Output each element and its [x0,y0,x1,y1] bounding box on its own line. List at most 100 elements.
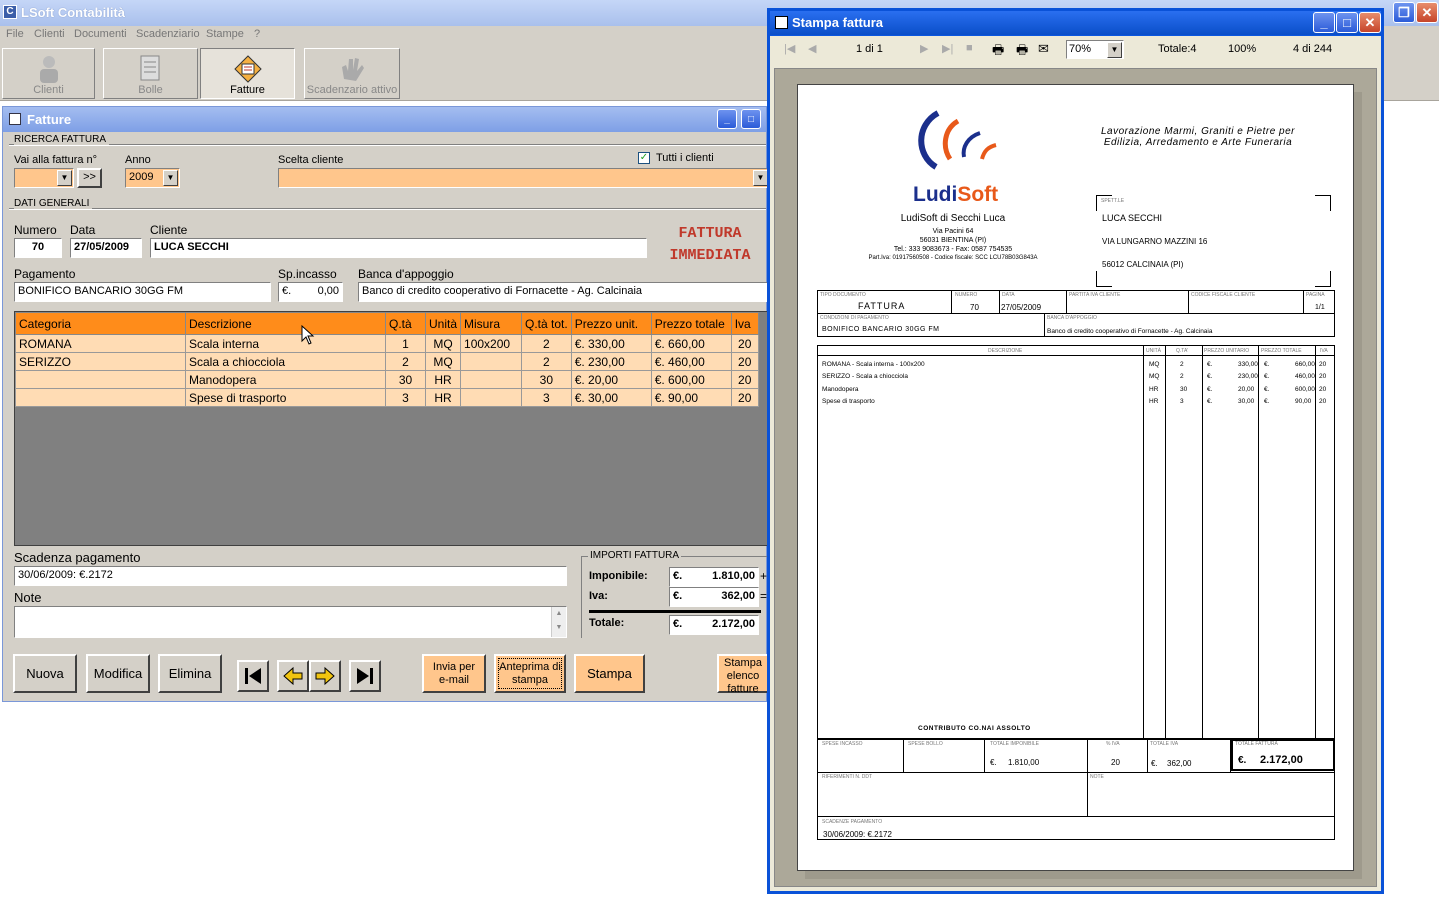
next-record-button[interactable] [309,660,341,692]
elimina-button[interactable]: Elimina [158,654,222,693]
scelta-cliente-select[interactable]: ▼ [278,168,768,188]
cell-qta-tot[interactable]: 3 [521,388,572,407]
cell-iva[interactable]: 20 [730,334,759,353]
table-row[interactable]: SERIZZO Scala a chiocciola 2 MQ 2 €. 230,00 €.… [15,352,759,371]
cell-prezzo-unit[interactable]: €. 20,00 [570,370,652,389]
cell-misura[interactable] [460,370,523,389]
cell-qta[interactable]: 2 [385,352,426,371]
cell-prezzo-totale[interactable]: €. 660,00 [650,334,732,353]
print-setup-icon[interactable]: 🖶 [1016,41,1028,63]
col-descrizione[interactable]: Descrizione [185,312,386,335]
maximize-icon[interactable]: □ [1336,12,1358,33]
fatture-button[interactable]: Fatture [200,48,295,99]
next-page-icon[interactable]: ▶ [920,42,928,55]
cell-descrizione[interactable]: Scala a chiocciola [185,352,386,371]
stop-icon[interactable]: ■ [966,42,973,54]
col-qta[interactable]: Q.tà [385,312,426,335]
cell-prezzo-unit[interactable]: €. 230,00 [570,352,652,371]
cell-misura[interactable] [460,388,523,407]
cell-descrizione[interactable]: Scala interna [185,334,386,353]
cell-prezzo-totale[interactable]: €. 600,00 [650,370,732,389]
col-qta-tot[interactable]: Q.tà tot. [521,312,572,335]
anno-select[interactable]: 2009 ▼ [125,168,180,188]
cell-unita[interactable]: HR [424,370,462,389]
numero-field[interactable]: 70 [14,238,62,258]
invia-email-button[interactable]: Invia per e-mail [422,654,486,693]
cell-iva[interactable]: 20 [730,388,759,407]
cell-unita[interactable]: MQ [424,334,462,353]
prev-page-icon[interactable]: ◀ [808,42,816,55]
cell-categoria[interactable] [15,388,186,407]
minimize-icon[interactable]: _ [1313,12,1335,33]
cell-categoria[interactable] [15,370,186,389]
cell-misura[interactable]: 100x200 [460,334,523,353]
table-row[interactable]: ROMANA Scala interna 1 MQ 100x200 2 €. 330,00 €… [15,334,759,353]
menu-stampe[interactable]: Stampe [206,28,244,40]
clienti-button[interactable]: Clienti [2,48,95,99]
col-prezzo-unit[interactable]: Prezzo unit. [570,312,652,335]
anteprima-button[interactable]: Anteprima di stampa [494,654,566,693]
bolle-button[interactable]: Bolle [103,48,198,99]
cell-prezzo-totale[interactable]: €. 460,00 [650,352,732,371]
cell-descrizione[interactable]: Manodopera [185,370,386,389]
col-iva[interactable]: Iva [730,312,759,335]
cell-iva[interactable]: 20 [730,370,759,389]
menu-help[interactable]: ? [254,28,260,40]
note-field[interactable]: ▲ ▼ [14,606,567,638]
stampa-button[interactable]: Stampa [574,654,645,693]
modifica-button[interactable]: Modifica [86,654,150,693]
col-categoria[interactable]: Categoria [15,312,186,335]
tutti-checkbox[interactable]: ✓ [638,152,650,164]
first-page-icon[interactable]: |◀ [784,42,795,55]
cell-categoria[interactable]: SERIZZO [15,352,186,371]
cell-prezzo-totale[interactable]: €. 90,00 [650,388,732,407]
pagamento-field[interactable]: BONIFICO BANCARIO 30GG FM [14,282,271,302]
cell-unita[interactable]: MQ [424,352,462,371]
col-unita[interactable]: Unità [424,312,462,335]
banca-field[interactable]: Banco di credito cooperativo di Fornacet… [358,282,768,302]
cell-qta-tot[interactable]: 30 [521,370,572,389]
col-prezzo-totale[interactable]: Prezzo totale [650,312,732,335]
spincasso-field[interactable]: €. 0,00 [278,282,343,302]
cell-categoria[interactable]: ROMANA [15,334,186,353]
menu-scadenziario[interactable]: Scadenziario [136,28,200,40]
cell-qta[interactable]: 30 [385,370,426,389]
note-scrollbar[interactable]: ▲ ▼ [551,607,566,637]
zoom-select[interactable]: 70% ▼ [1066,40,1124,59]
prev-record-button[interactable] [277,660,309,692]
first-record-button[interactable] [237,660,269,692]
cell-qta[interactable]: 3 [385,388,426,407]
minimize-icon[interactable]: _ [717,109,737,129]
close-icon[interactable]: ✕ [1359,12,1381,33]
col-misura[interactable]: Misura [460,312,523,335]
cell-qta-tot[interactable]: 2 [521,334,572,353]
cell-qta[interactable]: 1 [385,334,426,353]
restore-icon[interactable]: ❐ [1393,2,1415,23]
cell-unita[interactable]: HR [424,388,462,407]
stampa-elenco-button[interactable]: Stampa elenco fatture [717,654,767,695]
table-row[interactable]: Manodopera 30 HR 30 €. 20,00 €. 600,00 20 [15,370,759,389]
cell-misura[interactable] [460,352,523,371]
goto-button[interactable]: >> [77,168,102,188]
cliente-field[interactable]: LUCA SECCHI [150,238,647,258]
cell-iva[interactable]: 20 [730,352,759,371]
cell-prezzo-unit[interactable]: €. 330,00 [570,334,652,353]
menu-file[interactable]: File [6,28,24,40]
maximize-icon[interactable]: □ [741,109,761,129]
scadenza-field[interactable]: 30/06/2009: €.2172 [14,566,567,586]
scadenzario-button[interactable]: Scadenzario attivo [304,48,400,99]
cell-descrizione[interactable]: Spese di trasporto [185,388,386,407]
close-icon[interactable]: ✕ [1416,2,1438,23]
nuova-button[interactable]: Nuova [13,654,77,693]
table-row[interactable]: Spese di trasporto 3 HR 3 €. 30,00 €. 90,00 20 [15,388,759,407]
data-field[interactable]: 27/05/2009 [70,238,142,258]
export-icon[interactable]: ✉ [1038,41,1049,57]
menu-clienti[interactable]: Clienti [34,28,65,40]
cell-prezzo-unit[interactable]: €. 30,00 [570,388,652,407]
menu-documenti[interactable]: Documenti [74,28,127,40]
cell-qta-tot[interactable]: 2 [521,352,572,371]
last-record-button[interactable] [349,660,381,692]
print-icon[interactable]: 🖶 [992,41,1004,63]
vai-select[interactable]: ▼ [14,168,74,188]
last-page-icon[interactable]: ▶| [942,42,953,55]
